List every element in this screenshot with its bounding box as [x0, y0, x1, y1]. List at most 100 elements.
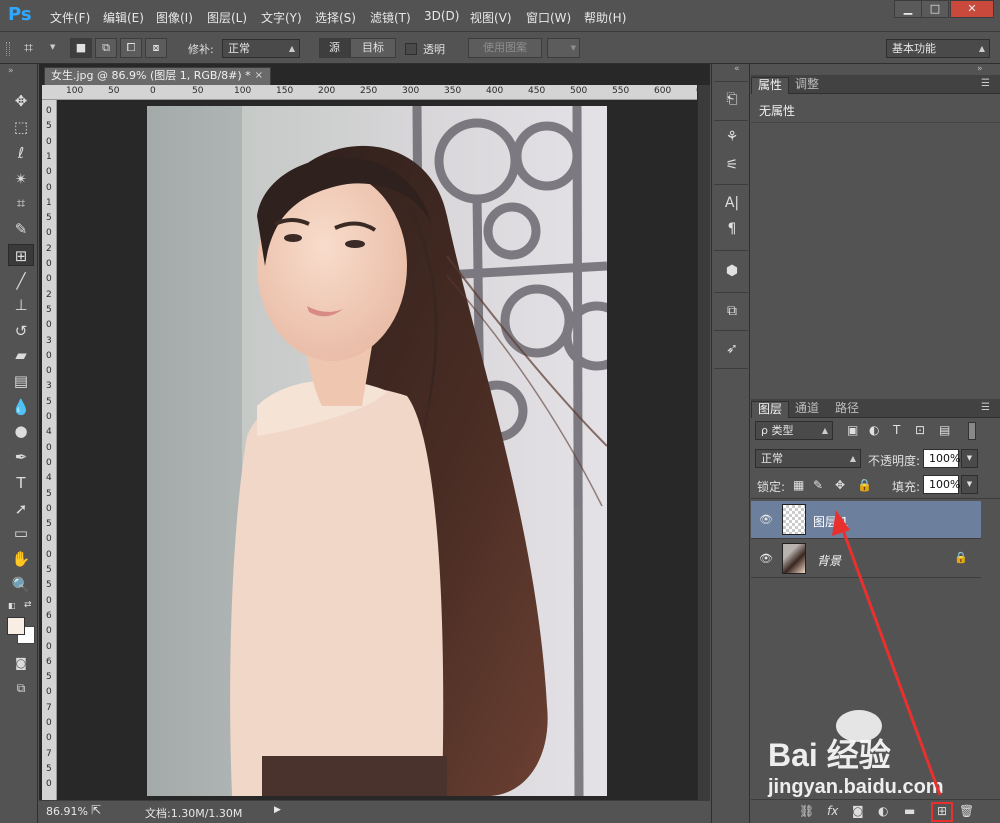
- filter-type-icon[interactable]: T: [893, 423, 900, 437]
- filter-adjustment-icon[interactable]: ◐: [869, 423, 879, 437]
- patch-tool-icon[interactable]: ⌗: [24, 38, 33, 58]
- screen-mode-icon[interactable]: ⧉: [8, 677, 34, 699]
- close-window-button[interactable]: ✕: [950, 0, 994, 18]
- collapse-panel-icon[interactable]: «: [734, 64, 740, 74]
- visibility-eye-icon[interactable]: 👁: [759, 552, 773, 565]
- stamp-tool-icon[interactable]: ⊥: [8, 294, 34, 316]
- adjustment-layer-icon[interactable]: ◐: [878, 804, 888, 818]
- quick-mask-icon[interactable]: ◙: [8, 652, 34, 674]
- document-tab[interactable]: 女生.jpg @ 86.9% (图层 1, RGB/8#) * ×: [44, 67, 271, 85]
- zoom-tool-icon[interactable]: 🔍: [8, 574, 34, 596]
- collapse-toolbox-icon[interactable]: »: [8, 66, 14, 76]
- intersect-selection-button[interactable]: ⧇: [145, 38, 167, 58]
- tab-channels[interactable]: 通道: [789, 401, 825, 418]
- crop-tool-icon[interactable]: ⌗: [8, 192, 34, 214]
- marquee-tool-icon[interactable]: ⬚: [8, 116, 34, 138]
- brush-tool-icon[interactable]: ╱: [8, 270, 34, 292]
- menu-type[interactable]: 文字(Y): [261, 9, 302, 26]
- opacity-input[interactable]: 100%: [923, 449, 960, 468]
- delete-layer-icon[interactable]: 🗑: [959, 804, 974, 818]
- layer-row-layer1[interactable]: 👁 图层 1: [751, 501, 981, 539]
- lock-pixels-icon[interactable]: ✎: [813, 478, 823, 492]
- menu-filter[interactable]: 滤镜(T): [370, 9, 411, 26]
- fill-dropdown-icon[interactable]: ▼: [961, 475, 978, 494]
- layer-name[interactable]: 图层 1: [813, 513, 848, 530]
- healing-patch-tool-icon[interactable]: ⊞: [8, 244, 34, 266]
- add-selection-button[interactable]: ⧉: [95, 38, 117, 58]
- filter-shape-icon[interactable]: ⊡: [915, 423, 925, 437]
- path-selection-tool-icon[interactable]: ➚: [8, 498, 34, 520]
- default-colors-icon[interactable]: ◧: [8, 601, 16, 610]
- add-mask-icon[interactable]: ◙: [852, 804, 864, 818]
- tab-paths[interactable]: 路径: [829, 401, 865, 418]
- document-image[interactable]: [147, 106, 607, 796]
- magic-wand-tool-icon[interactable]: ✴: [8, 168, 34, 190]
- lock-position-icon[interactable]: ✥: [835, 478, 845, 492]
- maximize-button[interactable]: □: [921, 0, 949, 18]
- share-icon[interactable]: ⇱: [91, 803, 101, 817]
- brush-settings-icon[interactable]: ⚟: [721, 154, 743, 176]
- hand-tool-icon[interactable]: ✋: [8, 548, 34, 570]
- transparent-checkbox[interactable]: [405, 43, 417, 55]
- tool-presets-icon[interactable]: ➶: [721, 338, 743, 360]
- dodge-tool-icon[interactable]: ●: [8, 420, 34, 442]
- new-group-icon[interactable]: ▬: [904, 804, 915, 818]
- lasso-tool-icon[interactable]: ℓ: [8, 142, 34, 164]
- grip-handle[interactable]: [6, 42, 10, 56]
- pen-tool-icon[interactable]: ✒: [8, 446, 34, 468]
- subtract-selection-button[interactable]: ⧠: [120, 38, 142, 58]
- type-tool-icon[interactable]: T: [8, 472, 34, 494]
- tab-adjustments[interactable]: 调整: [789, 77, 825, 94]
- menu-layer[interactable]: 图层(L): [207, 9, 247, 26]
- tool-preset-caret-icon[interactable]: ▼: [50, 43, 55, 51]
- layer-row-background[interactable]: 👁 背景 🔒: [751, 540, 981, 578]
- vertical-scrollbar[interactable]: [697, 85, 710, 800]
- panel-menu-icon[interactable]: ☰: [981, 78, 990, 89]
- brush-presets-icon[interactable]: ⚘: [721, 126, 743, 148]
- blur-tool-icon[interactable]: 💧: [8, 396, 34, 418]
- close-tab-icon[interactable]: ×: [255, 68, 263, 84]
- visibility-eye-icon[interactable]: 👁: [759, 513, 773, 526]
- collapse-dock-icon[interactable]: »: [977, 64, 983, 74]
- link-layers-icon[interactable]: ⛓: [799, 804, 814, 818]
- history-brush-tool-icon[interactable]: ↺: [8, 320, 34, 342]
- layer-filter-select[interactable]: ρ 类型 ▲: [755, 421, 833, 440]
- new-selection-button[interactable]: ■: [70, 38, 92, 58]
- paragraph-icon[interactable]: ¶: [721, 218, 743, 240]
- filter-smart-object-icon[interactable]: ▤: [939, 423, 950, 437]
- character-icon[interactable]: A|: [721, 192, 743, 214]
- panel-menu-icon[interactable]: ☰: [981, 402, 990, 413]
- layer-name[interactable]: 背景: [817, 552, 841, 569]
- move-tool-icon[interactable]: ✥: [8, 90, 34, 112]
- rectangle-tool-icon[interactable]: ▭: [8, 522, 34, 544]
- fx-icon[interactable]: fx: [827, 804, 838, 818]
- minimize-button[interactable]: ▁: [894, 0, 922, 18]
- blend-mode-select[interactable]: 正常 ▲: [755, 449, 861, 468]
- pattern-picker[interactable]: ▼: [547, 38, 580, 58]
- opacity-dropdown-icon[interactable]: ▼: [961, 449, 978, 468]
- foreground-color-swatch[interactable]: [7, 617, 25, 635]
- target-button[interactable]: 目标: [350, 38, 396, 58]
- menu-view[interactable]: 视图(V): [470, 9, 512, 26]
- eyedropper-tool-icon[interactable]: ✎: [8, 218, 34, 240]
- lock-transparent-icon[interactable]: ▦: [793, 478, 804, 492]
- menu-edit[interactable]: 编辑(E): [103, 9, 144, 26]
- status-menu-arrow-icon[interactable]: ▶: [274, 805, 281, 815]
- menu-3d[interactable]: 3D(D): [424, 9, 459, 23]
- swap-colors-icon[interactable]: ⇄: [24, 600, 32, 610]
- menu-window[interactable]: 窗口(W): [526, 9, 571, 26]
- 3d-icon[interactable]: ⬢: [721, 260, 743, 282]
- patch-mode-select[interactable]: 正常 ▲: [222, 39, 300, 58]
- use-pattern-button[interactable]: 使用图案: [468, 38, 542, 58]
- tab-layers[interactable]: 图层: [751, 401, 790, 418]
- menu-image[interactable]: 图像(I): [156, 9, 193, 26]
- menu-file[interactable]: 文件(F): [50, 9, 90, 26]
- menu-select[interactable]: 选择(S): [315, 9, 356, 26]
- clone-source-icon[interactable]: ⧉: [721, 300, 743, 322]
- menu-help[interactable]: 帮助(H): [584, 9, 626, 26]
- filter-pixel-icon[interactable]: ▣: [847, 423, 858, 437]
- fill-input[interactable]: 100%: [923, 475, 960, 494]
- eraser-tool-icon[interactable]: ▰: [8, 344, 34, 366]
- history-icon[interactable]: ⎗: [721, 88, 743, 110]
- lock-all-icon[interactable]: 🔒: [857, 478, 872, 492]
